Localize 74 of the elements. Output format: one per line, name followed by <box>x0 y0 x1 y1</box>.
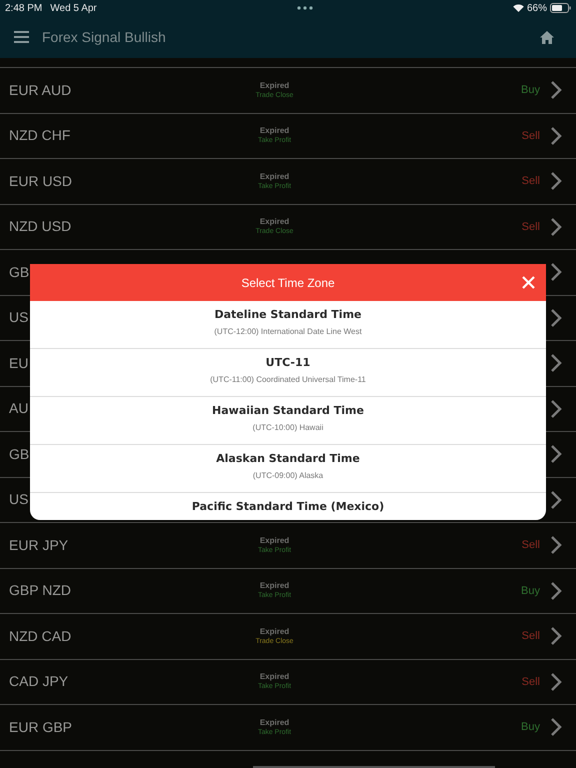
pair-label: US <box>9 308 30 328</box>
pair-label: GB <box>9 262 30 282</box>
side-label: Buy <box>520 720 540 735</box>
side-label: Sell <box>520 128 540 144</box>
chevron-right-icon <box>550 535 562 556</box>
chevron-right-icon <box>550 626 562 646</box>
status-label: Expired <box>260 217 290 228</box>
menu-icon[interactable] <box>14 31 29 43</box>
chevron-right-icon <box>550 444 562 464</box>
pair-label: EUR JPY <box>9 536 70 555</box>
pair-label: CAD JPY <box>9 672 70 692</box>
close-icon[interactable] <box>522 276 535 289</box>
wifi-icon <box>512 4 524 12</box>
side-label: Buy <box>520 83 540 98</box>
status-label: Expired <box>260 80 290 91</box>
chevron-right-icon <box>550 308 562 328</box>
pair-label: EUR GBP <box>9 718 74 737</box>
time-zone-option[interactable]: Pacific Standard Time (Mexico) <box>30 493 546 520</box>
side-label: Sell <box>520 674 540 690</box>
chevron-right-icon <box>550 80 562 100</box>
pair-label: US <box>9 490 30 510</box>
status-date: Wed 5 Apr <box>50 2 97 16</box>
side-label: Buy <box>520 584 540 598</box>
more-dots-icon <box>296 6 313 10</box>
status-label: Expired <box>260 672 290 682</box>
status-label: Expired <box>260 718 290 728</box>
chevron-right-icon <box>550 490 562 510</box>
chevron-right-icon <box>550 580 562 601</box>
home-indicator-icon <box>253 766 495 768</box>
side-label: Sell <box>520 629 540 644</box>
time-zone-option[interactable]: UTC-11 (UTC-11:00) Coordinated Universal Time-11 <box>30 349 546 397</box>
status-label: Expired <box>260 536 290 546</box>
time-zone-option[interactable]: Hawaiian Standard Time (UTC-10:00) Hawaii <box>30 397 546 445</box>
chevron-right-icon <box>550 216 562 237</box>
time-zone-offset: (UTC-10:00) Hawaii <box>252 423 324 433</box>
time-zone-offset: (UTC-09:00) Alaska <box>252 471 324 481</box>
pair-label: NZD USD <box>9 217 72 236</box>
time-zone-name: Alaskan Standard Time <box>216 452 360 465</box>
side-label: Sell <box>520 538 540 553</box>
pair-label: GBP NZD <box>9 581 72 600</box>
status-label: Expired <box>260 172 290 182</box>
chevron-right-icon <box>550 717 562 738</box>
status-label: Expired <box>260 581 290 592</box>
status-label: Expired <box>260 626 290 637</box>
chevron-right-icon <box>550 126 562 146</box>
pair-label: EU <box>9 354 30 373</box>
time-zone-option[interactable]: Dateline Standard Time (UTC-12:00) International Date Line West <box>30 301 546 349</box>
time-zone-name: UTC-11 <box>266 356 310 369</box>
status-time: 2:48 PM <box>5 2 42 16</box>
dialog-title: Select Time Zone <box>241 274 335 292</box>
app-title: Forex Signal Bullish <box>42 28 166 47</box>
pair-label: GB <box>9 444 30 464</box>
chevron-right-icon <box>550 171 562 192</box>
battery-icon <box>550 3 571 13</box>
chevron-right-icon <box>550 672 562 692</box>
chevron-right-icon <box>550 262 562 282</box>
battery-percent: 66% <box>526 2 547 16</box>
chevron-right-icon <box>550 398 562 419</box>
time-zone-name: Pacific Standard Time (Mexico) <box>192 500 384 513</box>
pair-label: AU <box>9 399 30 418</box>
home-icon[interactable] <box>540 30 554 44</box>
pair-label: NZD CAD <box>9 626 72 646</box>
status-label: Expired <box>260 126 290 136</box>
time-zone-name: Hawaiian Standard Time <box>212 404 364 417</box>
time-zone-option[interactable]: Alaskan Standard Time (UTC-09:00) Alaska <box>30 445 546 493</box>
pair-label: NZD CHF <box>9 126 72 146</box>
chevron-right-icon <box>550 353 562 374</box>
time-zone-offset: (UTC-12:00) International Date Line West <box>214 327 362 337</box>
time-zone-offset: (UTC-11:00) Coordinated Universal Time-11 <box>210 375 366 385</box>
pair-label: EUR USD <box>9 172 74 191</box>
time-zone-name: Dateline Standard Time <box>214 308 362 321</box>
side-label: Sell <box>520 220 540 234</box>
pair-label: EUR AUD <box>9 80 72 100</box>
side-label: Sell <box>520 174 540 189</box>
